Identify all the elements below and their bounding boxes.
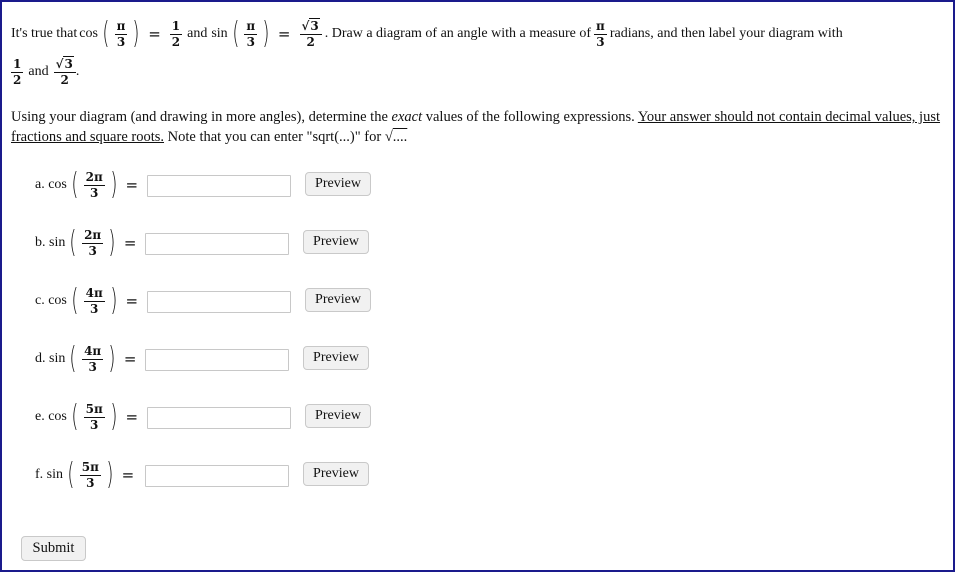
left-paren: ( <box>102 16 110 51</box>
fraction-sqrt3-over-2: √3 2 <box>53 55 76 87</box>
left-paren: ( <box>232 16 240 51</box>
preview-button-f[interactable]: Preview <box>303 462 369 486</box>
fraction-pi-over-3: π3 <box>594 18 607 49</box>
problem-label: c. cos <box>35 293 67 308</box>
problem-f: f. sin ( 5π 3 ) = <box>35 453 140 497</box>
right-paren: ) <box>108 341 116 376</box>
sqrt-icon: √ <box>301 18 310 33</box>
intro-text-2: . Draw a diagram of an angle with a meas… <box>324 26 592 41</box>
intro-text-1: It's true that <box>11 26 78 41</box>
right-paren: ) <box>110 167 118 202</box>
preview-button-b[interactable]: Preview <box>303 230 369 254</box>
left-paren: ( <box>71 283 79 318</box>
left-paren: ( <box>69 225 77 260</box>
submit-button[interactable]: Submit <box>21 536 86 561</box>
answer-input-d[interactable] <box>145 349 289 371</box>
fraction-one-half: 12 <box>169 18 183 49</box>
instructions-part-3: Note that you can enter "sqrt(...)" for <box>164 129 385 145</box>
fraction-pi-over-3: π3 <box>244 18 258 49</box>
problem-d: d. sin ( 4π 3 ) = <box>35 337 143 381</box>
preview-button-d[interactable]: Preview <box>303 346 369 370</box>
right-paren: ) <box>108 225 116 260</box>
sqrt-icon: √ <box>55 56 64 71</box>
intro-text: It's true that cos ( π3 ) = 12 and sin (… <box>11 14 941 92</box>
right-paren: ) <box>110 399 118 434</box>
preview-button-e[interactable]: Preview <box>305 404 371 428</box>
equals-sign: = <box>121 466 135 484</box>
right-paren: ) <box>262 16 270 51</box>
equals-sign: = <box>125 408 139 426</box>
angle-fraction: 4π 3 <box>82 343 104 374</box>
problem-b: b. sin ( 2π 3 ) = <box>35 221 143 265</box>
angle-fraction: 5π 3 <box>79 459 101 490</box>
equals-sign: = <box>125 176 139 194</box>
intro-line-1: It's true that cos ( π3 ) = 12 and sin (… <box>11 14 941 54</box>
left-paren: ( <box>71 399 79 434</box>
problem-label: e. cos <box>35 409 67 424</box>
sqrt-icon: √ <box>384 129 393 145</box>
answer-input-c[interactable] <box>147 291 291 313</box>
instructions-part-1: Using your diagram (and drawing in more … <box>11 109 392 125</box>
answer-input-a[interactable] <box>147 175 291 197</box>
angle-fraction: 5π 3 <box>83 401 105 432</box>
right-paren: ) <box>106 457 114 492</box>
problem-label: d. sin <box>35 351 66 366</box>
left-paren: ( <box>67 457 75 492</box>
ellipsis: .... <box>392 129 408 145</box>
problem-e: e. cos ( 5π 3 ) = <box>35 395 144 439</box>
intro-text-3: radians, and then label your diagram wit… <box>609 26 843 41</box>
problem-c: c. cos ( 4π 3 ) = <box>35 279 144 323</box>
fraction-pi-over-3: π3 <box>114 18 128 49</box>
instructions-text: Using your diagram (and drawing in more … <box>11 107 941 147</box>
answer-input-f[interactable] <box>145 465 289 487</box>
angle-fraction: 4π 3 <box>83 285 105 316</box>
angle-fraction: 2π 3 <box>83 169 105 200</box>
problem-a: a. cos ( 2π 3 ) = <box>35 163 144 207</box>
problem-label: b. sin <box>35 235 66 250</box>
equals-sign: = <box>148 25 161 43</box>
left-paren: ( <box>69 341 77 376</box>
intro-line-2: 12 and √3 2 . <box>8 52 941 92</box>
answer-input-b[interactable] <box>145 233 289 255</box>
and-text: and <box>28 64 49 79</box>
cos-label: cos <box>79 26 98 41</box>
left-paren: ( <box>71 167 79 202</box>
right-paren: ) <box>132 16 140 51</box>
equals-sign: = <box>123 234 137 252</box>
fraction-sqrt3-over-2: √3 2 <box>299 17 322 49</box>
answer-input-e[interactable] <box>147 407 291 429</box>
sin-label: sin <box>211 26 228 41</box>
fraction-one-half: 12 <box>11 56 24 87</box>
angle-fraction: 2π 3 <box>82 227 104 258</box>
exact-emphasis: exact <box>391 109 423 125</box>
instructions-part-2: values of the following expressions. <box>422 109 638 125</box>
equals-sign: = <box>277 25 291 43</box>
equals-sign: = <box>123 350 137 368</box>
problem-label: f. sin <box>35 467 63 482</box>
right-paren: ) <box>110 283 118 318</box>
problem-label: a. cos <box>35 177 67 192</box>
equals-sign: = <box>125 292 139 310</box>
period: . <box>75 64 80 79</box>
and-text: and <box>187 26 208 41</box>
preview-button-c[interactable]: Preview <box>305 288 371 312</box>
preview-button-a[interactable]: Preview <box>305 172 371 196</box>
